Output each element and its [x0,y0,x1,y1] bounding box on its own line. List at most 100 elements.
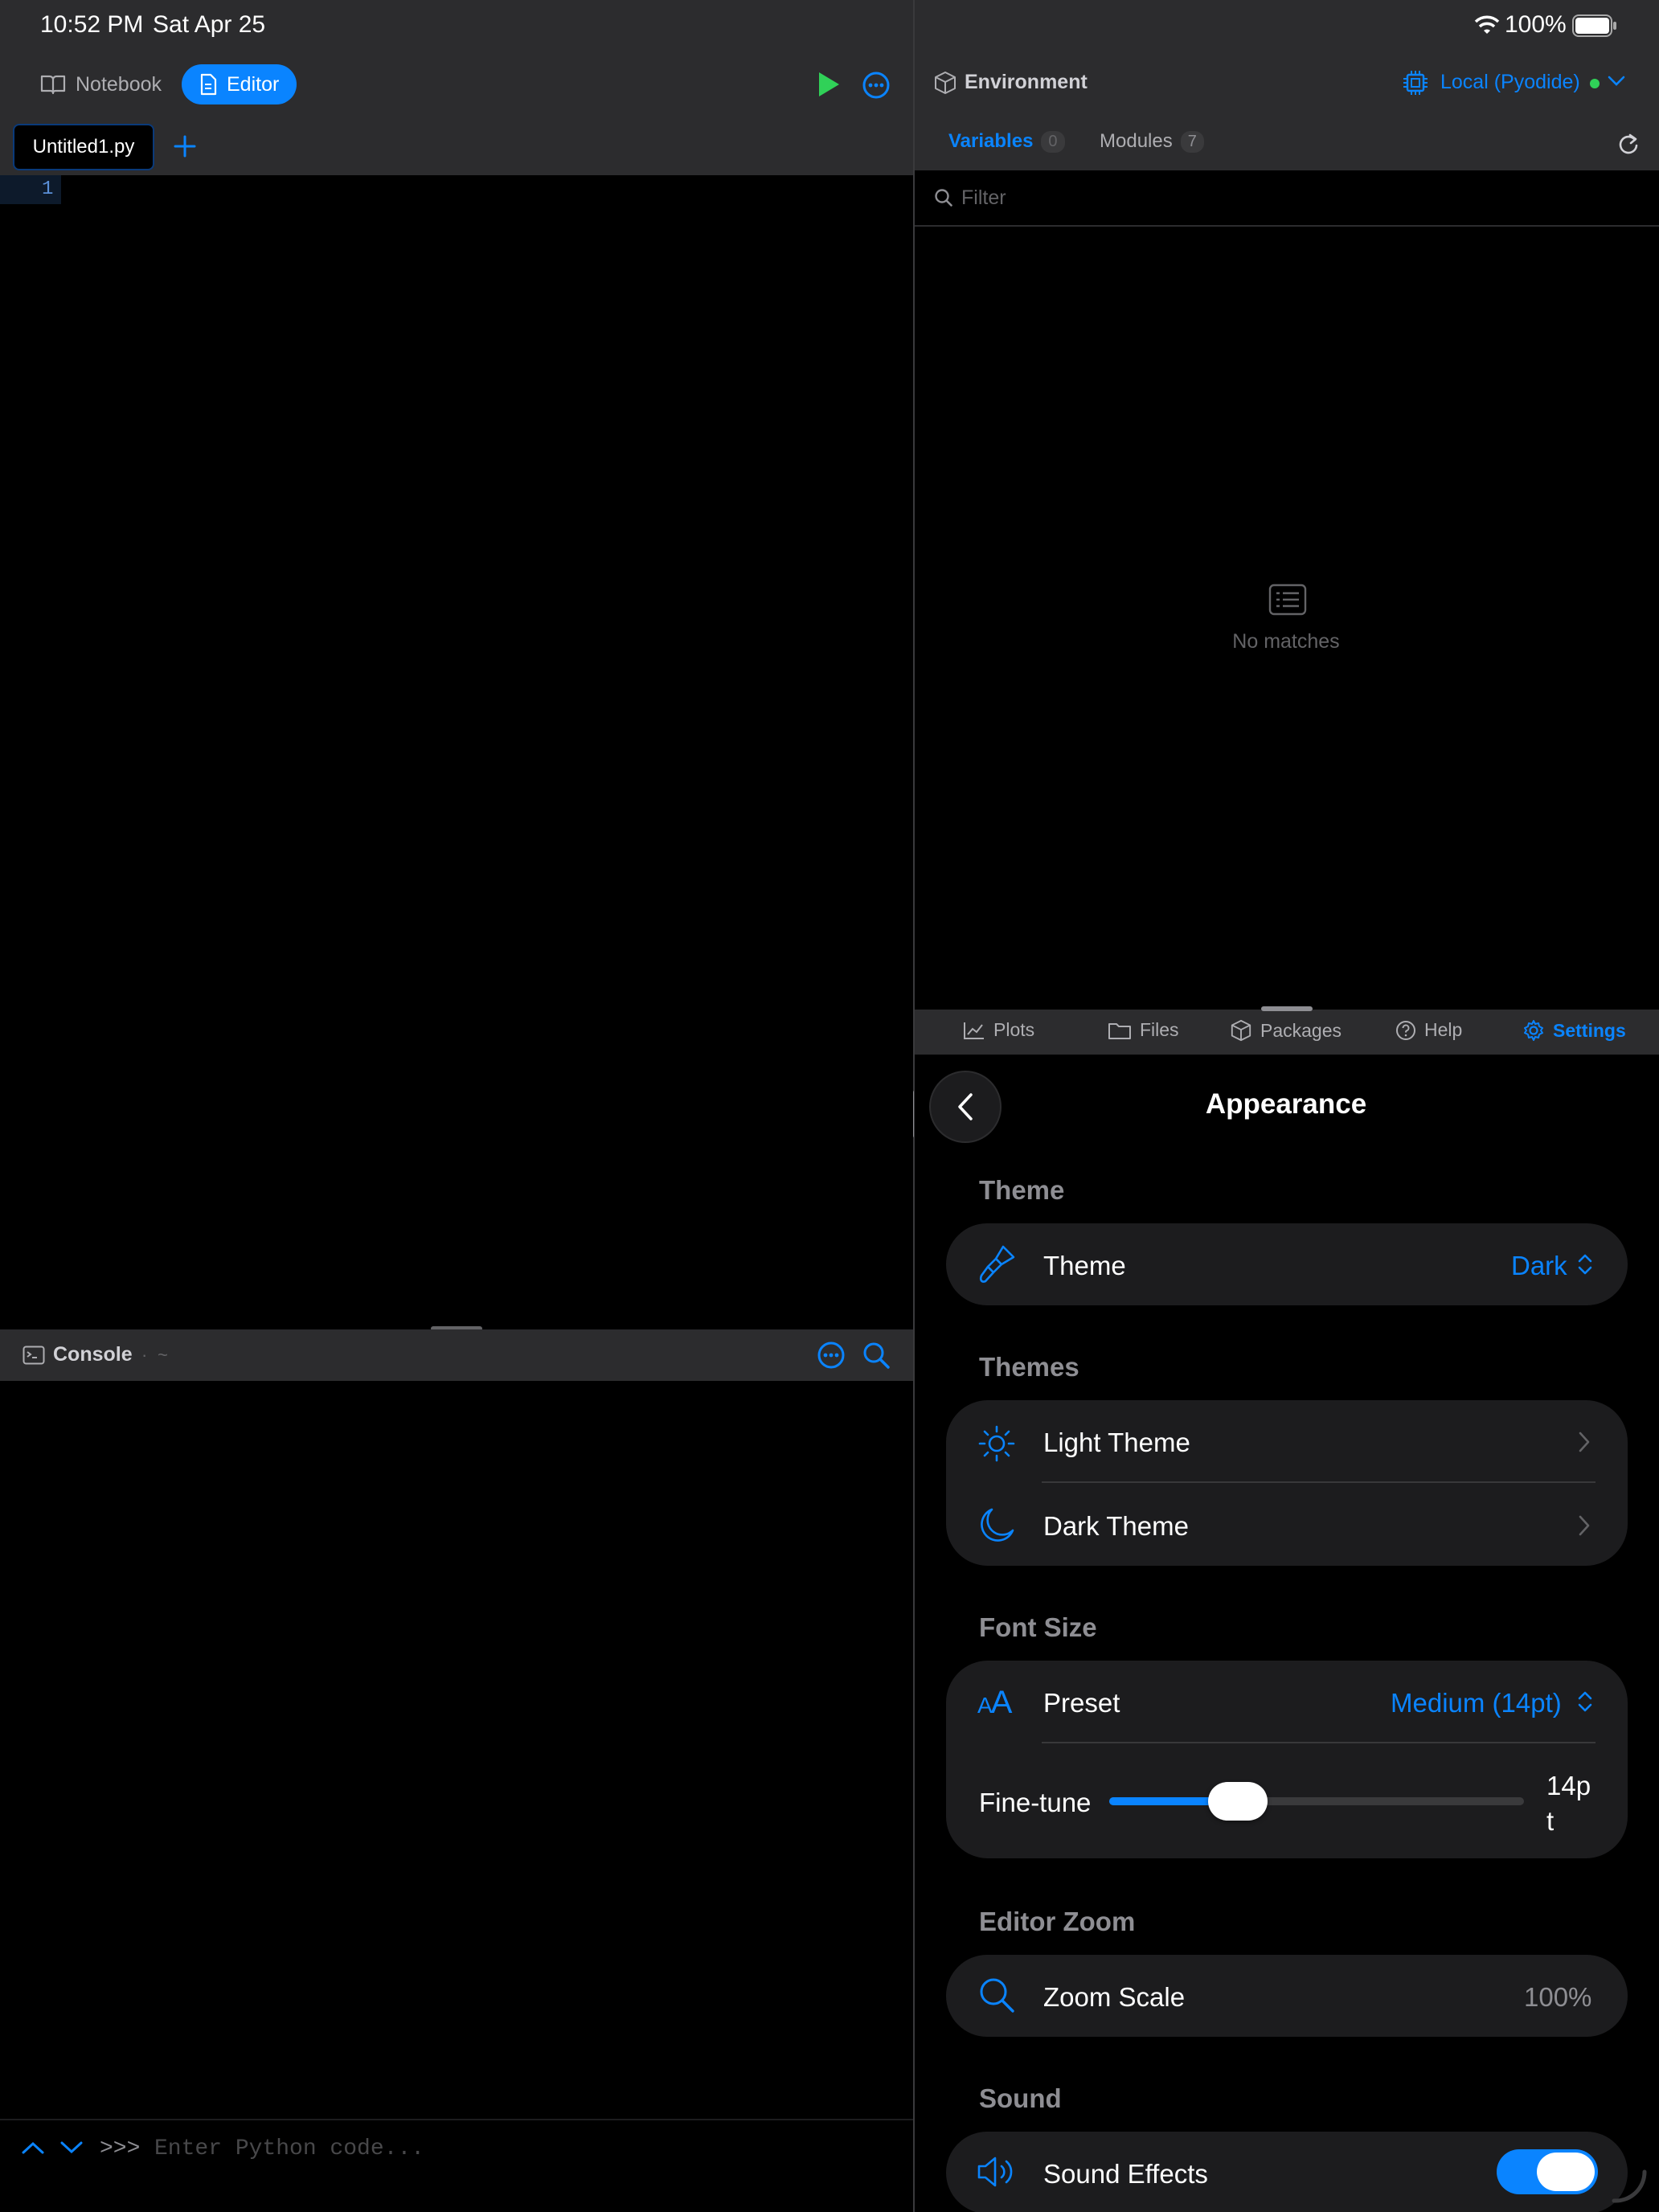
section-theme-label: Theme [979,1175,1065,1205]
tab-packages-label: Packages [1260,1019,1342,1041]
history-down-icon[interactable] [59,2140,84,2156]
slider-thumb[interactable] [1207,1782,1268,1821]
zoom-scale-label: Zoom Scale [1043,1982,1186,2012]
paintbrush-icon [979,1244,1016,1284]
console-output [0,1381,913,2120]
finetune-label: Fine-tune [979,1788,1092,1817]
console-search-icon[interactable] [862,1341,891,1370]
section-sound-label: Sound [979,2083,1062,2113]
tab-help-label: Help [1424,1019,1463,1040]
wifi-icon [1474,14,1500,35]
refresh-icon[interactable] [1617,132,1640,156]
tab-modules-count: 7 [1180,130,1204,153]
cpu-icon[interactable] [1402,69,1429,96]
tab-variables-count: 0 [1041,130,1065,153]
theme-row-label: Theme [1043,1251,1126,1280]
console-more-icon[interactable] [817,1341,846,1370]
tab-settings[interactable]: Settings [1522,1019,1626,1042]
tab-files-label: Files [1140,1019,1179,1040]
tab-modules[interactable]: Modules 7 [1100,130,1204,153]
finetune-value-line1: 14p [1546,1771,1591,1800]
document-icon [199,73,217,96]
magnifier-icon [977,1976,1016,2014]
font-size-slider[interactable] [1109,1782,1524,1821]
tab-variables[interactable]: Variables 0 [948,130,1065,153]
console-title: Console [53,1343,133,1366]
tab-variables-label: Variables [948,130,1034,152]
code-editor[interactable] [0,175,913,1329]
row-separator [1042,1742,1596,1743]
variables-list [915,227,1659,1009]
pane-resize-handle[interactable] [1261,1006,1313,1011]
tab-plots[interactable]: Plots [963,1019,1034,1041]
zoom-scale-value: 100% [1524,1982,1592,2012]
terminal-icon [23,1346,45,1365]
editor-button[interactable]: Editor [182,64,297,104]
console-prompt: >>> [100,2136,141,2161]
light-theme-label: Light Theme [1043,1428,1190,1457]
history-up-icon[interactable] [21,2140,45,2156]
status-time: 10:52 PM [40,11,144,38]
chevron-down-icon[interactable] [1608,76,1625,87]
console-input-bar [0,2119,913,2212]
package-icon [1230,1019,1252,1042]
battery-percent: 100% [1505,11,1567,38]
cube-icon [934,71,956,95]
dark-theme-label: Dark Theme [1043,1511,1189,1541]
console-sep: · [141,1345,148,1365]
sun-icon [977,1424,1016,1463]
sound-effects-label: Sound Effects [1043,2159,1208,2189]
chart-icon [963,1021,985,1040]
file-tab[interactable]: Untitled1.py [13,124,154,170]
console-header [0,1329,913,1381]
back-button[interactable] [929,1071,1002,1143]
notebook-label: Notebook [76,72,162,96]
chevron-right-icon [1577,1514,1591,1537]
theme-value[interactable]: Dark [1511,1251,1567,1281]
textsize-icon: AA [977,1685,1012,1720]
toggle-knob [1537,2153,1595,2191]
tab-help[interactable]: Help [1395,1019,1462,1041]
finetune-value: 14p t [1546,1768,1591,1839]
updown-chevron-icon [1577,1252,1593,1276]
updown-chevron-icon [1577,1690,1593,1714]
finetune-value-line2: t [1546,1806,1555,1836]
sound-effects-toggle[interactable] [1497,2149,1598,2194]
line-number: 1 [42,178,54,200]
gear-icon [1522,1019,1545,1042]
add-tab-icon[interactable] [174,135,196,158]
console-input[interactable]: Enter Python code... [154,2136,424,2161]
tab-plots-label: Plots [993,1019,1035,1040]
section-themes-label: Themes [979,1352,1079,1382]
scroll-indicator [1611,2169,1648,2204]
empty-state-text: No matches [1232,630,1340,653]
kernel-label[interactable]: Local (Pyodide) [1440,71,1580,94]
environment-title: Environment [965,71,1088,93]
status-date: Sat Apr 25 [153,11,266,38]
moon-icon [977,1506,1016,1545]
book-icon [40,74,66,95]
console-path: ~ [158,1345,168,1365]
folder-icon [1108,1021,1132,1040]
search-icon [934,188,953,207]
chevron-right-icon [1577,1431,1591,1453]
filter-input[interactable]: Filter [961,186,1006,210]
preset-value[interactable]: Medium (14pt) [1391,1688,1562,1718]
list-icon [1268,584,1307,616]
section-font-size-label: Font Size [979,1612,1097,1642]
kernel-status-dot [1590,79,1600,88]
notebook-button[interactable]: Notebook [23,64,179,104]
filter-bar [915,170,1659,227]
run-icon[interactable] [817,71,841,98]
more-icon[interactable] [862,71,891,100]
editor-label: Editor [227,72,280,96]
tab-files[interactable]: Files [1108,1019,1179,1041]
page-title: Appearance [1205,1088,1367,1120]
section-editor-zoom-label: Editor Zoom [979,1907,1136,1936]
battery-icon [1572,14,1617,37]
tab-modules-label: Modules [1100,130,1173,152]
preset-label: Preset [1043,1688,1120,1718]
chevron-left-icon [956,1092,975,1121]
tab-packages[interactable]: Packages [1230,1019,1342,1042]
tab-settings-label: Settings [1553,1019,1626,1041]
